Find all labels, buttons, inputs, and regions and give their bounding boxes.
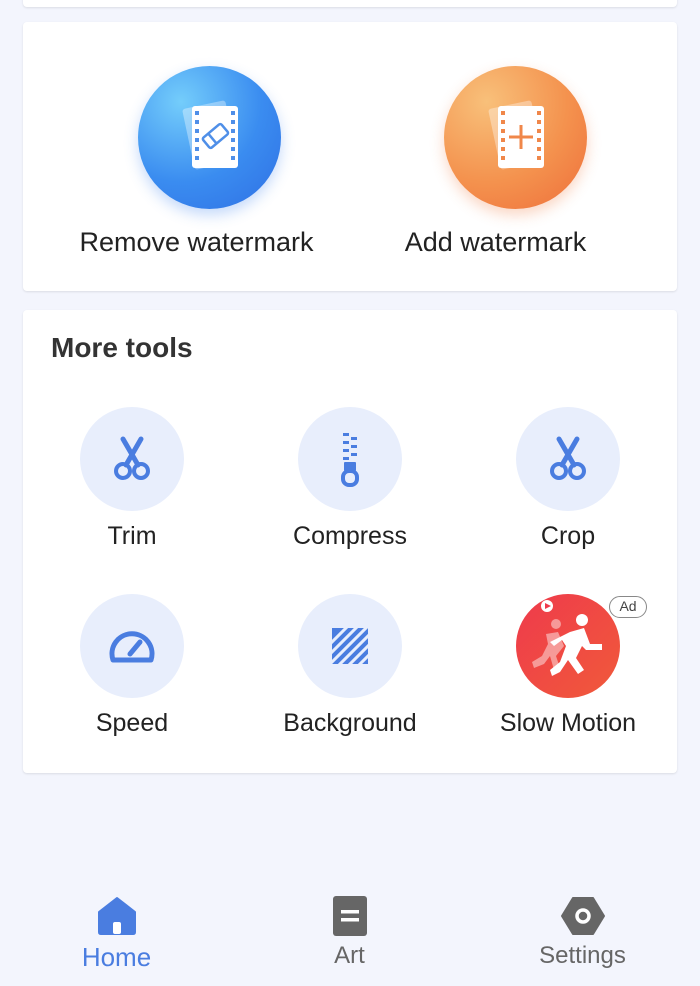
remove-watermark-label: Remove watermark xyxy=(79,227,314,257)
tool-background[interactable]: Background xyxy=(241,594,459,754)
zipper-icon xyxy=(298,407,402,511)
tool-label: Trim xyxy=(107,522,157,550)
home-icon xyxy=(98,897,136,935)
tool-compress[interactable]: Compress xyxy=(241,407,459,567)
nav-label: Settings xyxy=(539,942,626,969)
add-watermark-label: Add watermark xyxy=(404,227,587,257)
add-watermark-button[interactable]: Add watermark xyxy=(350,22,677,291)
scissors-icon xyxy=(80,407,184,511)
hexagon-gear-icon xyxy=(561,897,605,935)
speedometer-icon xyxy=(80,594,184,698)
nav-item-art[interactable]: Art xyxy=(233,880,466,986)
tool-label: Compress xyxy=(293,522,407,550)
tool-label: Background xyxy=(283,709,417,737)
remove-watermark-icon xyxy=(138,66,281,209)
section-title: More tools xyxy=(51,332,193,363)
more-tools-card: More tools Trim Compress Crop Speed Back… xyxy=(23,310,677,773)
bottom-nav: Home Art Settings xyxy=(0,880,700,986)
tool-speed[interactable]: Speed xyxy=(23,594,241,754)
tool-crop[interactable]: Crop xyxy=(459,407,677,567)
striped-square-icon xyxy=(298,594,402,698)
ad-badge: Ad xyxy=(609,596,647,618)
nav-label: Home xyxy=(81,942,152,972)
previous-card xyxy=(23,0,677,7)
remove-watermark-button[interactable]: Remove watermark xyxy=(23,22,350,291)
add-watermark-icon xyxy=(444,66,587,209)
tool-slow-motion[interactable]: Slow Motion xyxy=(459,594,677,754)
tool-trim[interactable]: Trim xyxy=(23,407,241,567)
runner-icon xyxy=(516,594,620,698)
tool-label: Crop xyxy=(540,522,596,550)
nav-label: Art xyxy=(334,942,365,969)
nav-item-home[interactable]: Home xyxy=(0,880,233,986)
scissors-icon xyxy=(516,407,620,511)
tool-label: Speed xyxy=(95,709,169,737)
document-icon xyxy=(333,896,367,936)
watermark-card: Remove watermark Add watermark xyxy=(23,22,677,291)
nav-item-settings[interactable]: Settings xyxy=(466,880,699,986)
tool-label: Slow Motion xyxy=(499,709,637,737)
